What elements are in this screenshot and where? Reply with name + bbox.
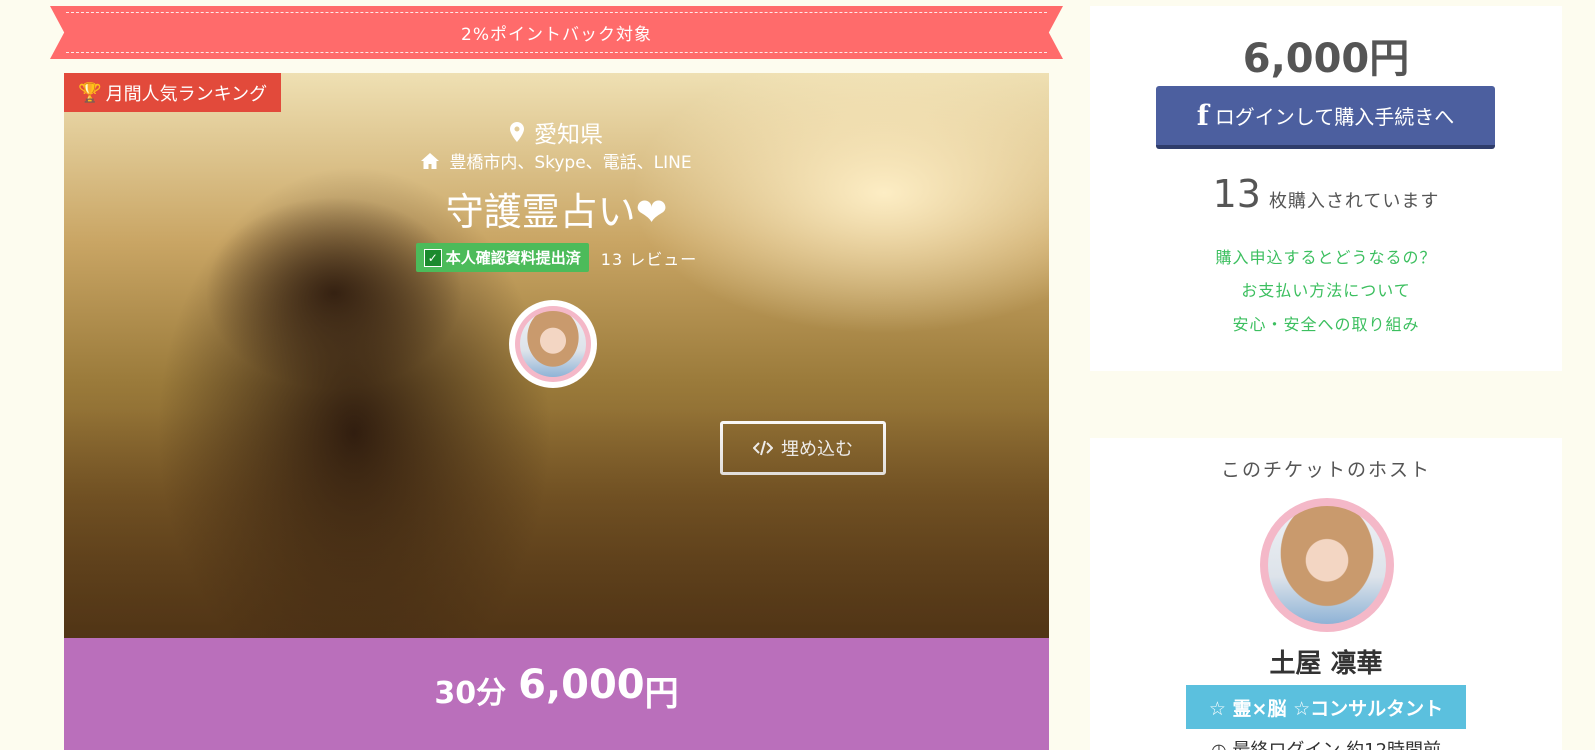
purchase-panel: 6,000円 f ログインして購入手続きへ 13 枚購入されています 購入申込す… (1090, 6, 1562, 371)
ranking-label: 月間人気ランキング (105, 83, 268, 105)
help-link-payment[interactable]: お支払い方法について (1090, 277, 1562, 301)
embed-label: 埋め込む (781, 439, 853, 460)
badge-row: ✓ 本人確認資料提出済 13 レビュー (64, 243, 1049, 272)
facebook-icon: f (1196, 99, 1209, 132)
ticket-price: 6,000円 (1242, 36, 1410, 82)
plan-amount: 6,000 (518, 662, 645, 708)
embed-button[interactable]: 埋め込む (720, 421, 886, 475)
host-heading: このチケットのホスト (1220, 459, 1431, 481)
help-link-application[interactable]: 購入申込するとどうなるの？ (1090, 244, 1562, 268)
check-icon: ✓ (423, 248, 442, 267)
facebook-login-button[interactable]: f ログインして購入手続きへ (1156, 86, 1495, 149)
point-back-text: 2%ポイントバック対象 (461, 25, 652, 45)
point-back-ribbon: 2%ポイントバック対象 (50, 6, 1063, 59)
sold-text: 枚購入されています (1268, 191, 1440, 212)
sold-number: 13 (1212, 172, 1261, 216)
host-avatar[interactable] (1260, 498, 1394, 632)
prefecture-label: 愛知県 (534, 122, 603, 148)
verified-label: 本人確認資料提出済 (445, 249, 581, 267)
host-name[interactable]: 土屋 凛華 (1090, 643, 1562, 680)
plan-currency: 円 (644, 674, 679, 714)
location-list: 豊橋市内、Skype、電話、LINE (64, 148, 1049, 173)
last-login: ◷ 最終ログイン 約12時間前 (1090, 736, 1562, 750)
trophy-icon: 🏆 (78, 82, 102, 104)
home-icon (421, 152, 440, 169)
avatar (520, 311, 586, 377)
host-tagline-badge: ☆ 霊×脳 ☆コンサルタント (1186, 685, 1466, 729)
map-pin-icon (510, 122, 524, 142)
review-count-link[interactable]: 13 レビュー (601, 246, 697, 270)
avatar (1268, 506, 1386, 624)
host-avatar-small[interactable] (509, 300, 597, 388)
location-text: 豊橋市内、Skype、電話、LINE (449, 153, 692, 173)
monthly-ranking-badge[interactable]: 🏆 月間人気ランキング (64, 73, 282, 112)
ticket-hero: 🏆 月間人気ランキング 愛知県 豊橋市内、Skype、電話、LINE 守護霊占い… (64, 73, 1049, 638)
prefecture: 愛知県 (64, 115, 1049, 149)
plan-price-bar: 30分 6,000 円 (64, 638, 1049, 750)
clock-icon: ◷ (1211, 740, 1227, 750)
avatar-ring (515, 306, 591, 382)
plan-duration: 30分 (434, 676, 507, 711)
code-icon (753, 440, 773, 456)
help-link-safety[interactable]: 安心・安全への取り組み (1090, 311, 1562, 335)
ticket-title: 守護霊占い❤ (445, 190, 668, 234)
last-login-text: 最終ログイン 約12時間前 (1232, 740, 1441, 750)
sold-count: 13 枚購入されています (1090, 172, 1562, 216)
verified-badge: ✓ 本人確認資料提出済 (415, 243, 589, 272)
login-button-label: ログインして購入手続きへ (1214, 105, 1455, 129)
host-panel: このチケットのホスト 土屋 凛華 ☆ 霊×脳 ☆コンサルタント ◷ 最終ログイン… (1090, 438, 1562, 750)
